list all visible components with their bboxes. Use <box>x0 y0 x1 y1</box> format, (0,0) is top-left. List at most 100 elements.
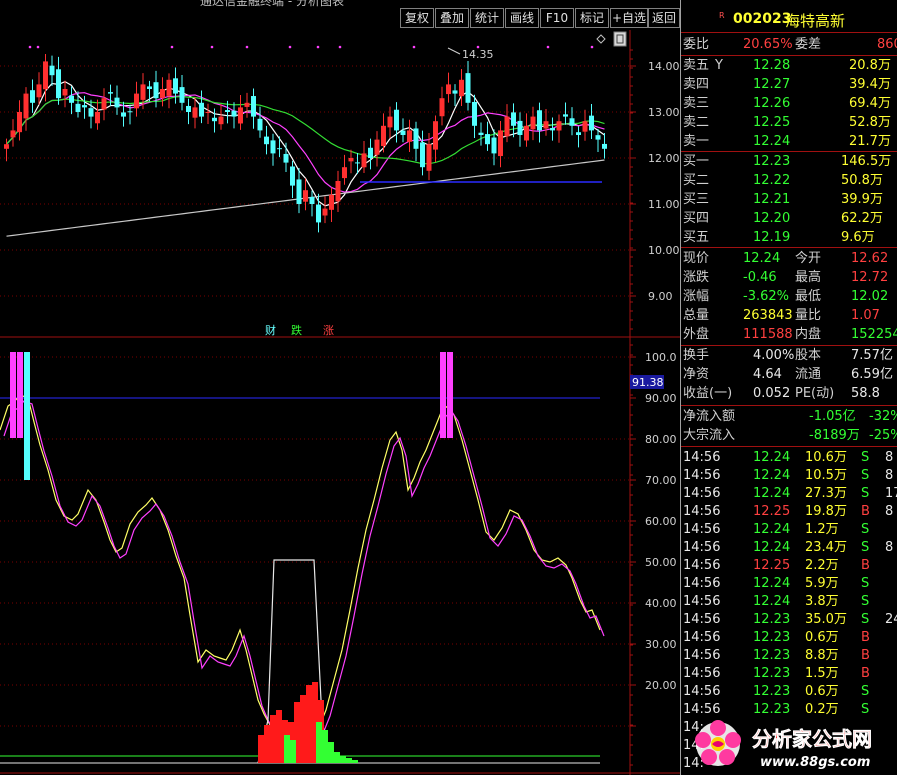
candle-body <box>439 98 445 117</box>
chart-area[interactable]: 14.00 13.00 12.00 11.00 10.00 9.00 14.35 财 跌 … <box>0 30 680 775</box>
overlay-button[interactable]: 叠加 <box>435 8 469 28</box>
statistics-button[interactable]: 统计 <box>470 8 504 28</box>
tick-extra: 8 <box>885 540 894 555</box>
tick-side: B <box>861 666 870 681</box>
quote-label: 最高 <box>795 270 822 285</box>
ratio-label: 委比 <box>683 37 710 52</box>
add-watchlist-button[interactable]: +自选 <box>610 8 648 28</box>
ask-price: 12.24 <box>753 134 791 149</box>
signal-dot <box>288 45 292 49</box>
candle-body <box>602 143 607 149</box>
candle-body <box>121 112 126 117</box>
tick-time: 14:56 <box>683 540 721 555</box>
histogram-bar-green <box>316 722 322 763</box>
candle-body <box>342 167 347 179</box>
tick-time: 14:56 <box>683 666 721 681</box>
restore-rights-button[interactable]: 复权 <box>400 8 434 28</box>
quote-label: 涨跌 <box>683 270 710 285</box>
bid-volume: 50.8万 <box>841 173 883 188</box>
candle-body <box>537 110 542 131</box>
tick-row: 14:56 12.23 8.8万 B <box>681 647 897 665</box>
candle-body <box>114 97 120 108</box>
candle-body <box>407 130 412 142</box>
draw-line-button[interactable]: 画线 <box>505 8 539 28</box>
candle-body <box>459 79 464 97</box>
candle-body <box>329 194 334 210</box>
candle-body <box>147 86 152 89</box>
indicator-tick-label: 50.00 <box>645 556 677 569</box>
bid-row: 买二 12.22 50.8万 <box>681 172 897 190</box>
bid-price: 12.20 <box>753 211 791 226</box>
back-button[interactable]: 返回 <box>648 8 680 28</box>
ask-price: 12.26 <box>753 96 791 111</box>
divider <box>681 151 897 152</box>
stock-header[interactable]: R 002023 海特高新 <box>681 8 897 32</box>
candle-body <box>550 128 555 131</box>
chart-toolbar: 通达信金融终端 - 分析图表 复权 叠加 统计 画线 F10 标记 +自选 返回 <box>0 0 680 30</box>
bid-row: 买一 12.23 146.5万 <box>681 153 897 171</box>
candle-body <box>231 110 237 117</box>
bid-price: 12.19 <box>753 230 791 245</box>
histogram-bar-red <box>306 685 312 763</box>
ask-volume: 52.8万 <box>849 115 891 130</box>
chart-canvas[interactable]: 14.0013.0012.0011.0010.009.00 14.35 财 跌 … <box>0 30 680 775</box>
candle-body <box>4 144 9 149</box>
quote-label: 最低 <box>795 289 822 304</box>
diamond-icon[interactable] <box>596 34 606 44</box>
fund-value: 58.8 <box>851 386 880 401</box>
candle-body <box>75 103 81 112</box>
tick-time: 14:56 <box>683 576 721 591</box>
tick-row: 14:56 12.23 1.5万 B <box>681 665 897 683</box>
tick-time: 14:56 <box>683 630 721 645</box>
candle-body <box>478 132 484 135</box>
candle-body <box>381 125 386 147</box>
tick-side: S <box>861 594 870 609</box>
ask-row: 卖四 12.27 39.4万 <box>681 76 897 94</box>
candle-body <box>251 96 256 117</box>
quote-value: -0.46 <box>743 270 777 285</box>
tick-volume: 0.6万 <box>805 684 839 699</box>
quote-value: 1.07 <box>851 308 880 323</box>
flow-value: -1.05亿 <box>809 409 856 424</box>
quote-label: 量比 <box>795 308 822 323</box>
signal-bar <box>10 352 16 438</box>
mark-button[interactable]: 标记 <box>575 8 609 28</box>
candle-body <box>524 125 529 141</box>
candle-body <box>322 208 328 216</box>
flow-row: 大宗流入 -8189万 -25% <box>681 427 897 445</box>
candle-body <box>400 130 406 135</box>
scroll-toggle-icon[interactable] <box>613 31 627 47</box>
candle-body <box>244 102 250 107</box>
histogram-bar-red <box>276 710 282 763</box>
indicator-tick-label: 30.00 <box>645 638 677 651</box>
tick-price: 12.24 <box>753 468 791 483</box>
tick-price: 12.23 <box>753 684 791 699</box>
candle-body <box>212 117 217 122</box>
f10-button[interactable]: F10 <box>540 8 574 28</box>
quote-label: 涨幅 <box>683 289 710 304</box>
quote-label: 内盘 <box>795 327 822 342</box>
fund-value: 4.64 <box>753 367 782 382</box>
tick-row: 14:56 12.23 0.6万 B <box>681 629 897 647</box>
histogram-bar-green <box>340 756 346 763</box>
signal-dot <box>338 45 342 49</box>
tick-row: 14:56 12.25 2.2万 B <box>681 557 897 575</box>
tick-side: B <box>861 504 870 519</box>
quote-label: 外盘 <box>683 327 710 342</box>
tick-side: B <box>861 558 870 573</box>
diff-value: 860 <box>877 37 897 52</box>
indicator-tick-label: 70.00 <box>645 474 677 487</box>
indicator-gridlines <box>0 356 630 727</box>
signal-dots <box>28 45 594 49</box>
tick-volume: 3.8万 <box>805 594 839 609</box>
tick-row: 14:56 12.24 27.3万 S 17 <box>681 485 897 503</box>
candle-body <box>134 93 139 109</box>
candle-body <box>576 132 581 135</box>
fund-label: 净资 <box>683 367 710 382</box>
ask-label: 卖三 <box>683 96 710 111</box>
tick-row: 14:56 12.24 10.6万 S 8 <box>681 449 897 467</box>
site-watermark: 分析家公式网 www.88gs.com <box>695 720 872 770</box>
quote-value: 12.72 <box>851 270 889 285</box>
candle-body <box>472 101 477 126</box>
divider <box>681 446 897 447</box>
